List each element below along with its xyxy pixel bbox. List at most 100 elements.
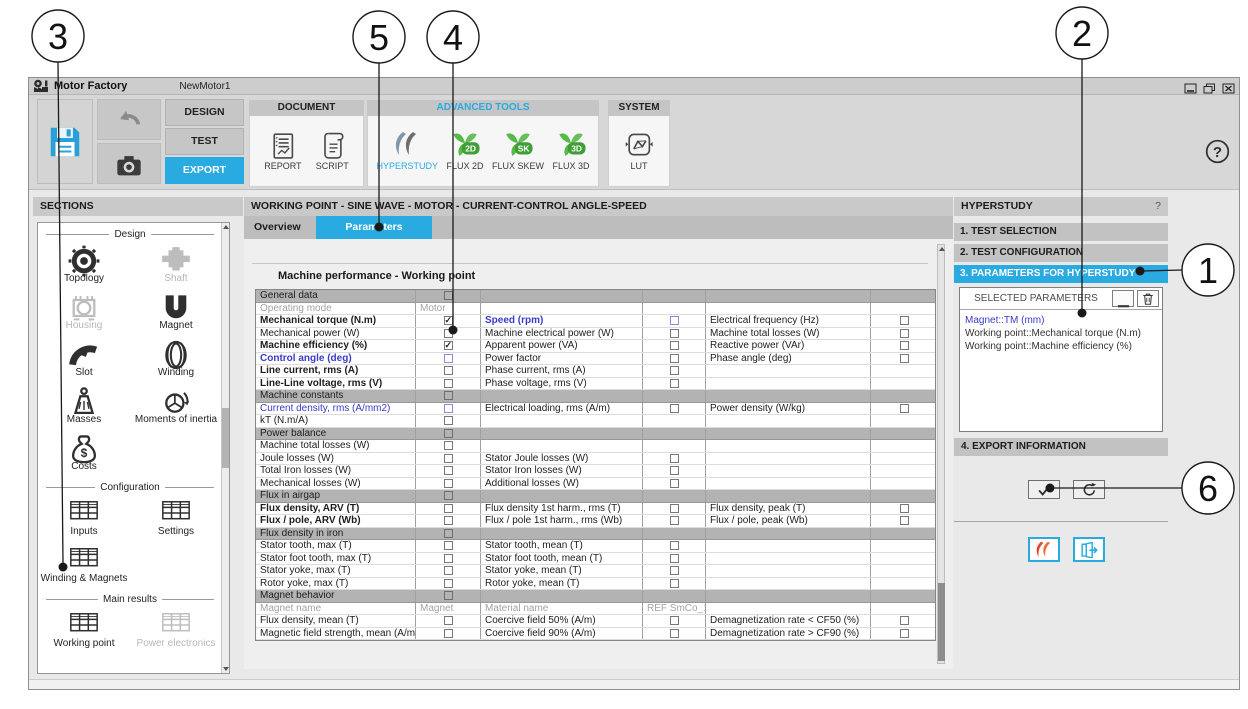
param-checkbox[interactable] [670,404,679,413]
param-checkbox[interactable] [900,516,909,525]
param-checkbox[interactable] [900,354,909,363]
main-scrollbar[interactable] [937,244,945,664]
param-checkbox[interactable] [670,354,679,363]
param-checkbox[interactable] [444,316,453,325]
mode-button-design[interactable]: DESIGN [165,99,244,126]
flux-skew-button[interactable]: SKFLUX SKEW [492,131,544,171]
param-checkbox[interactable] [444,416,453,425]
param-checkbox[interactable] [444,466,453,475]
param-checkbox[interactable] [670,329,679,338]
mode-button-export[interactable]: EXPORT [165,157,244,184]
param-checkbox[interactable] [670,366,679,375]
param-checkbox[interactable] [444,541,453,550]
param-checkbox[interactable] [444,566,453,575]
minimize-icon[interactable] [1184,81,1197,92]
parameter-list-item[interactable]: Working point::Machine efficiency (%) [965,340,1157,353]
param-checkbox[interactable] [670,629,679,638]
param-checkbox[interactable] [444,516,453,525]
hyperstudy-launch-button[interactable] [1028,537,1060,562]
tab-overview[interactable]: Overview [254,216,301,239]
undo-button[interactable] [97,99,161,140]
param-checkbox[interactable] [444,379,453,388]
sidebar-item-settings[interactable]: Settings [130,494,222,541]
param-checkbox[interactable] [444,504,453,513]
script-button[interactable]: SCRIPT [316,131,349,171]
sidebar-item-costs[interactable]: $Costs [38,429,130,476]
sections-scrollbar[interactable] [221,223,229,673]
sidebar-item-label: Inputs [70,526,97,537]
param-checkbox[interactable] [444,616,453,625]
param-checkbox[interactable] [670,554,679,563]
screenshot-button[interactable] [97,143,161,184]
param-checkbox[interactable] [444,441,453,450]
hyperstudy-step-2[interactable]: 2. TEST CONFIGURATION [954,244,1168,262]
save-button[interactable] [37,99,93,184]
param-checkbox[interactable] [444,479,453,488]
restore-icon[interactable] [1203,81,1216,92]
param-checkbox[interactable] [444,391,453,400]
sidebar-item-working-point[interactable]: Working point [38,606,130,653]
sidebar-item-moments-of-inertia[interactable]: Moments of inertia [130,382,222,429]
param-checkbox[interactable] [900,316,909,325]
remove-parameter-button[interactable] [1112,290,1134,307]
param-checkbox[interactable] [444,591,453,600]
param-checkbox[interactable] [670,379,679,388]
param-checkbox[interactable] [444,579,453,588]
param-checkbox[interactable] [444,404,453,413]
param-checkbox[interactable] [444,554,453,563]
hyperstudy-help[interactable]: ? [1155,197,1161,216]
param-checkbox[interactable] [444,366,453,375]
param-checkbox[interactable] [670,316,679,325]
flux-3d-button[interactable]: 3DFLUX 3D [552,131,589,171]
param-checkbox[interactable] [444,341,453,350]
hyperstudy-step-1[interactable]: 1. TEST SELECTION [954,223,1168,241]
param-checkbox[interactable] [670,566,679,575]
sidebar-item-topology[interactable]: Topology [38,241,130,288]
flux-2d-button[interactable]: 2DFLUX 2D [446,131,483,171]
param-checkbox[interactable] [900,504,909,513]
delete-all-parameters-button[interactable] [1137,290,1159,307]
param-checkbox[interactable] [670,341,679,350]
param-checkbox[interactable] [900,629,909,638]
validate-button[interactable] [1028,480,1060,499]
param-checkbox[interactable] [670,579,679,588]
lut-button[interactable]: LUT [624,131,654,171]
param-checkbox[interactable] [900,404,909,413]
sidebar-item-slot[interactable]: Slot [38,335,130,382]
export-button[interactable] [1073,537,1105,562]
parameter-list-item[interactable]: Working point::Mechanical torque (N.m) [965,327,1157,340]
param-checkbox[interactable] [444,454,453,463]
param-checkbox[interactable] [444,329,453,338]
sidebar-item-winding-magnets[interactable]: Winding & Magnets [38,541,130,588]
param-checkbox[interactable] [900,341,909,350]
param-checkbox[interactable] [900,616,909,625]
param-checkbox[interactable] [444,491,453,500]
param-checkbox[interactable] [444,529,453,538]
reset-button[interactable] [1073,480,1105,499]
param-checkbox[interactable] [444,429,453,438]
parameter-list-item[interactable]: Magnet::TM (mm) [965,314,1157,327]
param-checkbox[interactable] [670,466,679,475]
sidebar-item-inputs[interactable]: Inputs [38,494,130,541]
sidebar-item-masses[interactable]: Masses [38,382,130,429]
param-checkbox[interactable] [444,291,453,300]
hyperstudy-step-3[interactable]: 3. PARAMETERS FOR HYPERSTUDY [954,265,1168,283]
close-icon[interactable] [1222,81,1235,92]
param-checkbox[interactable] [670,454,679,463]
param-checkbox[interactable] [670,616,679,625]
param-checkbox[interactable] [444,354,453,363]
sidebar-item-winding[interactable]: Winding [130,335,222,382]
tab-parameters[interactable]: Parameters [316,216,432,239]
param-checkbox[interactable] [670,504,679,513]
mode-button-test[interactable]: TEST [165,128,244,155]
param-checkbox[interactable] [670,541,679,550]
param-checkbox[interactable] [670,479,679,488]
hyperstudy-button[interactable]: HYPERSTUDY [376,131,438,171]
param-checkbox[interactable] [444,629,453,638]
sidebar-item-magnet[interactable]: Magnet [130,288,222,335]
param-checkbox[interactable] [670,516,679,525]
report-button[interactable]: REPORT [264,131,301,171]
export-information-bar[interactable]: 4. EXPORT INFORMATION [954,438,1168,456]
param-checkbox[interactable] [900,329,909,338]
help-button[interactable]: ? [1205,139,1230,164]
